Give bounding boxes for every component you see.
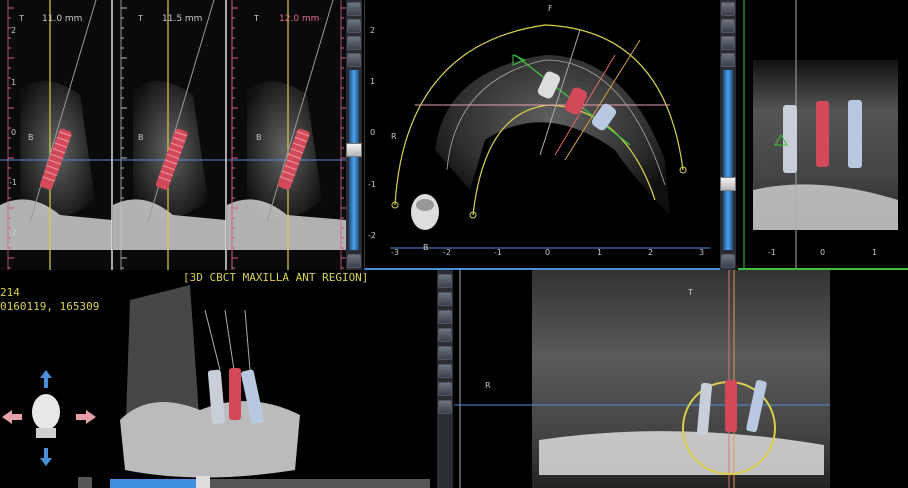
cs1-t-label: T: [19, 14, 24, 23]
axial-ytick-1: 2: [370, 26, 376, 35]
cs2-t-label: T: [138, 14, 143, 23]
tick-label-0: 0: [11, 128, 17, 137]
head-orientation-icon: [2, 370, 96, 466]
axial-xtick-7: 3: [699, 248, 705, 257]
cs3-mm-label: 12.0 mm: [279, 14, 320, 24]
cross-section-toolbar: [346, 0, 362, 270]
scroll-down-icon[interactable]: [721, 254, 735, 268]
axial-ytick-4: -1: [368, 180, 376, 189]
axial-canvas: [390, 24, 710, 249]
coronal-xtick-1: -1: [768, 248, 776, 257]
teeth-view-icon[interactable]: [438, 400, 452, 414]
cs3-b-label: B: [256, 133, 262, 142]
arch-view-icon[interactable]: [438, 382, 452, 396]
axial-xtick-1: -3: [391, 248, 399, 257]
crosshair-tool-icon[interactable]: [347, 19, 361, 33]
rotate-view-icon[interactable]: [438, 346, 452, 360]
panoramic-t-label: T: [688, 288, 693, 297]
axial-xtick-6: 2: [648, 248, 654, 257]
axial-slider[interactable]: [723, 70, 733, 250]
axial-ytick-5: -2: [368, 231, 376, 240]
measure-tool-icon[interactable]: [438, 274, 452, 288]
axial-toolbar: [720, 0, 736, 270]
tick-label-m2: -2: [9, 228, 17, 237]
volume-toolbar: [437, 270, 453, 488]
nerve-view-icon[interactable]: [438, 364, 452, 378]
scroll-up-icon[interactable]: [347, 53, 361, 67]
coronal-xtick-3: 1: [872, 248, 878, 257]
cs1-b-label: B: [28, 133, 34, 142]
axial-xtick-4: 0: [545, 248, 551, 257]
close-icon[interactable]: [438, 292, 452, 306]
axial-panel[interactable]: F R B -3 -2 -1 0 1 2 3 2 1 0 -1 -2: [364, 0, 720, 270]
volume-panel[interactable]: [3D CBCT MAXILLA ANT REGION] 214 0160119…: [0, 270, 437, 488]
cs2-b-label: B: [138, 133, 144, 142]
axial-xtick-3: -1: [494, 248, 502, 257]
axial-b-label: B: [423, 243, 429, 252]
coronal-panel[interactable]: -1 0 1: [738, 0, 908, 270]
panoramic-canvas: [454, 270, 830, 488]
tick-label-1: 1: [11, 78, 17, 87]
cs2-mm-label: 11.5 mm: [162, 14, 203, 24]
measure-tool-icon[interactable]: [721, 2, 735, 16]
measure-tool-icon[interactable]: [347, 2, 361, 16]
panoramic-panel[interactable]: T R: [454, 270, 908, 488]
cross-section-slider[interactable]: [349, 70, 359, 250]
axial-ytick-2: 1: [370, 77, 376, 86]
coronal-xtick-2: 0: [820, 248, 826, 257]
cross-section-panel[interactable]: T 11.0 mm B T 11.5 mm B T 12.0 mm B 2 1 …: [0, 0, 346, 270]
cross-section-3: [227, 0, 346, 270]
scroll-down-icon[interactable]: [347, 254, 361, 268]
implant-tool-icon[interactable]: [721, 19, 735, 33]
cross-section-slider-thumb[interactable]: [346, 143, 362, 157]
teeth-view-icon[interactable]: [721, 36, 735, 50]
skull-view-icon[interactable]: [438, 310, 452, 324]
scroll-up-icon[interactable]: [721, 53, 735, 67]
cs3-t-label: T: [254, 14, 259, 23]
coronal-canvas: [743, 0, 898, 268]
tick-label-m1: -1: [9, 178, 17, 187]
axial-ytick-3: 0: [370, 128, 376, 137]
cs1-mm-label: 11.0 mm: [42, 14, 83, 24]
cross-section-2: [113, 0, 226, 270]
tick-label-2: 2: [11, 26, 17, 35]
panoramic-r-label: R: [485, 381, 491, 390]
axial-slider-thumb[interactable]: [720, 177, 736, 191]
axial-xtick-5: 1: [597, 248, 603, 257]
teeth-view-icon[interactable]: [347, 36, 361, 50]
axial-xtick-2: -2: [443, 248, 451, 257]
face-view-icon[interactable]: [438, 328, 452, 342]
cross-section-canvas: [0, 0, 346, 270]
axial-r-label: R: [391, 132, 397, 141]
axial-f-label: F: [548, 4, 553, 13]
volume-canvas: [2, 285, 430, 488]
